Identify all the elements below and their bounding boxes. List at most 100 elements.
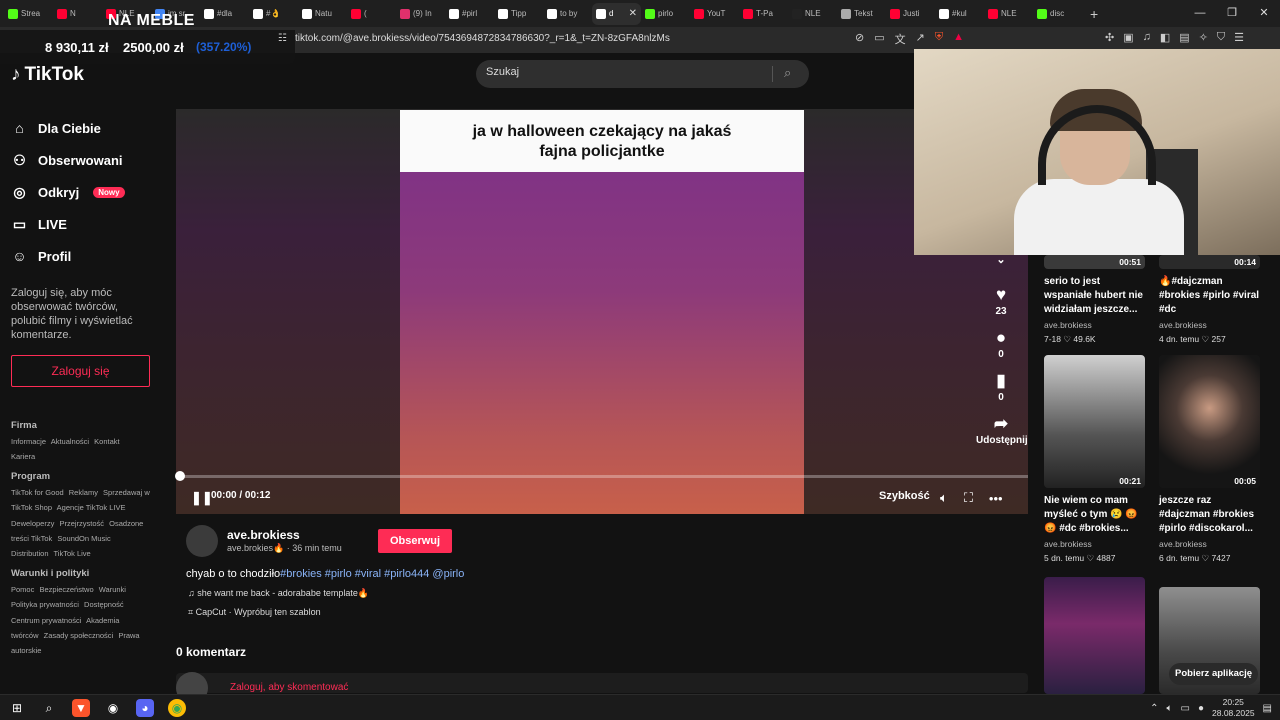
extensions-icon[interactable]: ✣ [1105, 31, 1114, 44]
like-icon[interactable]: ♥ [976, 285, 1026, 306]
discord-icon[interactable]: ◕ [136, 699, 154, 717]
related-video-card[interactable]: 00:21 Nie wiem co mam myśleć o tym 😢 😡 😡… [1044, 355, 1145, 564]
nav-item-live[interactable]: ▭ LIVE [11, 208, 125, 240]
author-name[interactable]: ave.brokiess [227, 528, 300, 542]
browser-tab[interactable]: Justi [886, 3, 935, 25]
tray-chevron-icon[interactable]: ⌃ [1150, 703, 1158, 714]
footer-link[interactable]: Zasady społeczności [44, 631, 114, 640]
footer-link[interactable]: Reklamy [69, 488, 98, 497]
browser-tab[interactable]: Strea [4, 3, 53, 25]
browser-tab[interactable]: d ✕ [592, 2, 641, 25]
browser-tab[interactable]: (9) In [396, 3, 445, 25]
app-icon[interactable]: ◉ [104, 699, 122, 717]
footer-link[interactable]: Agencje TikTok LIVE [57, 503, 126, 512]
sidebar-icon[interactable]: ◧ [1160, 31, 1170, 44]
speed-button[interactable]: Szybkość [879, 490, 930, 502]
share-icon[interactable]: ↗ [916, 31, 925, 47]
tab-close-icon[interactable]: ✕ [629, 8, 637, 19]
related-title[interactable]: 🔥#dajczman #brokies #pirlo #viral #dc [1159, 275, 1260, 317]
nav-item-explore[interactable]: ◎ Odkryj Nowy [11, 176, 125, 208]
mic-icon[interactable]: ● [1198, 703, 1204, 714]
browser-tab[interactable]: N [53, 3, 102, 25]
notification-icon[interactable]: ▤ [1263, 703, 1272, 714]
music-link[interactable]: ♫ she want me back - adorababe template🔥 [188, 588, 369, 599]
capcut-link[interactable]: ⌗ CapCut · Wypróbuj ten szablon [188, 607, 321, 618]
description-hashtags[interactable]: #brokies #pirlo #viral #pirlo444 @pirlo [280, 568, 464, 580]
brave-browser-icon[interactable]: ▼ [72, 699, 90, 717]
related-video-card[interactable] [1044, 577, 1145, 694]
related-author[interactable]: ave.brokiess [1044, 539, 1145, 549]
related-author[interactable]: ave.brokiess [1044, 320, 1145, 330]
fullscreen-icon[interactable]: ⛶ [964, 490, 973, 506]
progress-handle[interactable] [175, 471, 185, 481]
vpn-icon[interactable]: ⛉ [1217, 31, 1225, 44]
footer-link[interactable]: Pomoc [11, 585, 34, 594]
related-author[interactable]: ave.brokiess [1159, 539, 1260, 549]
browser-tab[interactable]: #kul [935, 3, 984, 25]
chrome-icon[interactable]: ◉ [168, 699, 186, 717]
related-thumbnail[interactable] [1044, 577, 1145, 694]
related-author[interactable]: ave.brokiess [1159, 320, 1260, 330]
footer-link[interactable]: Bezpieczeństwo [39, 585, 93, 594]
comment-icon[interactable]: ● [976, 328, 1026, 349]
share-arrow-icon[interactable]: ➦ [976, 414, 1026, 435]
footer-link[interactable]: Warunki [99, 585, 126, 594]
footer-link[interactable]: Dostępność [84, 600, 124, 609]
music-icon[interactable]: ♫ [1143, 31, 1151, 44]
windows-start-icon[interactable]: ⊞ [8, 699, 26, 717]
browser-tab[interactable]: YouT [690, 3, 739, 25]
search-taskbar-icon[interactable]: ⌕ [40, 699, 58, 717]
related-title[interactable]: jeszcze raz #dajczman #brokies #pirlo #d… [1159, 494, 1260, 536]
browser-tab[interactable]: NLE [984, 3, 1033, 25]
related-video-card[interactable]: 00:51 serio to jest wspaniałe hubert nie… [1044, 255, 1145, 345]
speaker-icon[interactable]: 🔈︎ [1167, 703, 1173, 714]
login-button[interactable]: Zaloguj się [11, 355, 150, 387]
related-title[interactable]: Nie wiem co mam myśleć o tym 😢 😡 😡 #dc #… [1044, 494, 1145, 536]
related-thumbnail[interactable]: 00:51 [1044, 255, 1145, 269]
browser-tab[interactable]: Tipp [494, 3, 543, 25]
leo-icon[interactable]: ✧ [1199, 31, 1208, 44]
close-window-icon[interactable]: ✕ [1248, 0, 1280, 27]
menu-icon[interactable]: ☰ [1234, 31, 1244, 44]
browser-tab[interactable]: Tekst [837, 3, 886, 25]
footer-link[interactable]: TikTok for Good [11, 488, 64, 497]
wallet-icon[interactable]: ▤ [1179, 31, 1189, 44]
url-text[interactable]: tiktok.com/@ave.brokiess/video/754369487… [295, 33, 670, 44]
video-progress-bar[interactable] [180, 475, 1028, 478]
browser-tab[interactable]: #👌 [249, 3, 298, 25]
nav-item-following[interactable]: ⚇ Obserwowani [11, 144, 125, 176]
search-icon[interactable]: ⌕ [784, 65, 791, 81]
browser-tab[interactable]: ( [347, 3, 396, 25]
nav-item-profile[interactable]: ☺ Profil [11, 240, 125, 272]
author-avatar[interactable] [186, 525, 218, 557]
volume-icon[interactable]: 🔈︎ [940, 490, 948, 506]
cast-icon[interactable]: ▭ [874, 31, 884, 47]
nav-item-for-you[interactable]: ⌂ Dla Ciebie [11, 112, 125, 144]
brave-rewards-icon[interactable]: ▲ [953, 31, 964, 47]
new-tab-button[interactable]: + [1090, 6, 1098, 22]
no-eye-icon[interactable]: ⊘ [855, 31, 864, 47]
bookmark-icon[interactable]: ▮ [976, 371, 1026, 392]
browser-tab[interactable]: disc [1033, 3, 1082, 25]
maximize-icon[interactable]: ❐ [1216, 0, 1248, 27]
screenshot-icon[interactable]: ▣ [1123, 31, 1133, 44]
footer-link[interactable]: Kontakt [94, 437, 119, 446]
more-icon[interactable]: ••• [989, 491, 1003, 506]
chevron-down-icon[interactable]: ⌄ [976, 253, 1026, 285]
follow-button[interactable]: Obserwuj [378, 529, 452, 553]
browser-tab[interactable]: T-Pa [739, 3, 788, 25]
browser-tab[interactable]: pirlo [641, 3, 690, 25]
site-info-icon[interactable]: ☷ [278, 33, 287, 44]
browser-tab[interactable]: to by [543, 3, 592, 25]
footer-link[interactable]: Deweloperzy [11, 519, 54, 528]
footer-link[interactable]: Informacje [11, 437, 46, 446]
browser-tab[interactable]: #pirl [445, 3, 494, 25]
footer-link[interactable]: Kariera [11, 452, 35, 461]
comment-login-link[interactable]: Zaloguj, aby skomentować [230, 682, 348, 693]
minimize-icon[interactable]: — [1184, 0, 1216, 27]
browser-tab[interactable]: #dla [200, 3, 249, 25]
translate-icon[interactable]: 文 [895, 31, 906, 47]
related-video-card[interactable]: 00:14 🔥#dajczman #brokies #pirlo #viral … [1159, 255, 1260, 345]
browser-tab[interactable]: Natu [298, 3, 347, 25]
footer-link[interactable]: Polityka prywatności [11, 600, 79, 609]
